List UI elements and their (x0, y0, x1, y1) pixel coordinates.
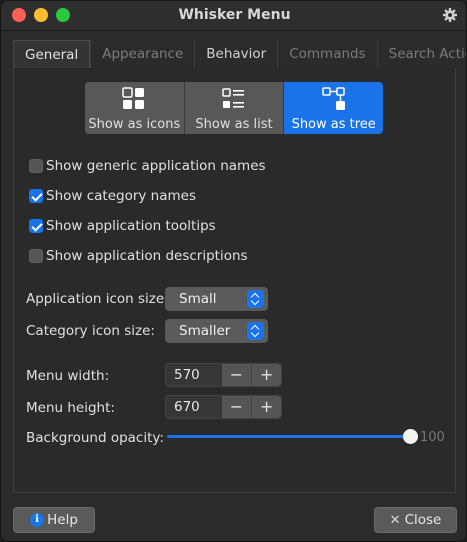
menu-width-decrease-button[interactable]: − (221, 364, 252, 386)
help-button[interactable]: i Help (13, 507, 95, 533)
icons-view-icon (122, 87, 145, 109)
menu-width-spinner: 570 − + (165, 363, 282, 387)
tree-view-icon (321, 87, 345, 110)
menu-height-decrease-button[interactable]: − (221, 396, 252, 418)
show-as-tree-button[interactable]: Show as tree (283, 82, 383, 134)
show-as-tree-label: Show as tree (291, 117, 376, 132)
menu-height-label: Menu height: (26, 400, 115, 416)
menu-height-spinner: 670 − + (165, 395, 282, 419)
show-as-list-label: Show as list (195, 117, 273, 132)
tab-search-actions[interactable]: Search Actions (376, 40, 466, 69)
info-icon: i (30, 513, 45, 527)
category-icon-size-select[interactable]: Smaller (165, 319, 268, 343)
app-tooltips-option[interactable]: Show application tooltips (29, 217, 216, 235)
background-opacity-label: Background opacity: (26, 430, 164, 446)
tab-commands[interactable]: Commands (277, 40, 376, 69)
view-mode-selector: Show as icons Show as list Show as tree (85, 82, 383, 134)
app-icon-size-select[interactable]: Small (165, 287, 268, 311)
menu-height-increase-button[interactable]: + (251, 396, 281, 418)
background-opacity-slider-handle[interactable] (403, 429, 418, 444)
generic-names-option[interactable]: Show generic application names (29, 157, 266, 175)
generic-names-checkbox[interactable] (29, 159, 43, 173)
category-names-label: Show category names (46, 188, 196, 204)
app-descriptions-option[interactable]: Show application descriptions (29, 247, 248, 265)
background-opacity-value: 100 (420, 430, 445, 445)
tab-behavior[interactable]: Behavior (194, 40, 277, 69)
title-bar: Whisker Menu (1, 1, 466, 31)
gear-icon[interactable] (442, 7, 458, 23)
tab-general[interactable]: General (13, 40, 91, 69)
category-names-checkbox[interactable] (29, 189, 43, 203)
show-as-icons-label: Show as icons (88, 117, 181, 132)
category-names-option[interactable]: Show category names (29, 187, 196, 205)
app-tooltips-label: Show application tooltips (46, 218, 216, 234)
close-button[interactable]: ✕ Close (374, 507, 457, 533)
list-view-icon (222, 88, 244, 108)
app-icon-size-label: Application icon size: (26, 291, 169, 307)
app-icon-size-value: Small (179, 291, 217, 307)
close-button-label: Close (404, 512, 442, 528)
chevron-up-down-icon (247, 290, 264, 308)
category-icon-size-label: Category icon size: (26, 323, 155, 339)
show-as-list-button[interactable]: Show as list (183, 82, 284, 134)
tab-appearance[interactable]: Appearance (90, 40, 194, 69)
menu-width-input[interactable]: 570 (166, 364, 222, 386)
generic-names-label: Show generic application names (46, 158, 266, 174)
app-descriptions-checkbox[interactable] (29, 249, 43, 263)
menu-height-input[interactable]: 670 (166, 396, 222, 418)
background-opacity-slider[interactable] (167, 435, 411, 438)
menu-width-label: Menu width: (26, 368, 110, 384)
close-icon: ✕ (389, 512, 401, 528)
whisker-menu-settings-window: Whisker Menu General Appearance Behavior… (0, 0, 467, 542)
menu-width-increase-button[interactable]: + (251, 364, 281, 386)
app-descriptions-label: Show application descriptions (46, 248, 248, 264)
app-tooltips-checkbox[interactable] (29, 219, 43, 233)
show-as-icons-button[interactable]: Show as icons (85, 82, 184, 134)
settings-tabs: General Appearance Behavior Commands Sea… (13, 40, 466, 69)
window-title: Whisker Menu (178, 7, 291, 23)
chevron-up-down-icon (247, 322, 264, 340)
help-button-label: Help (47, 512, 78, 528)
category-icon-size-value: Smaller (179, 323, 231, 339)
